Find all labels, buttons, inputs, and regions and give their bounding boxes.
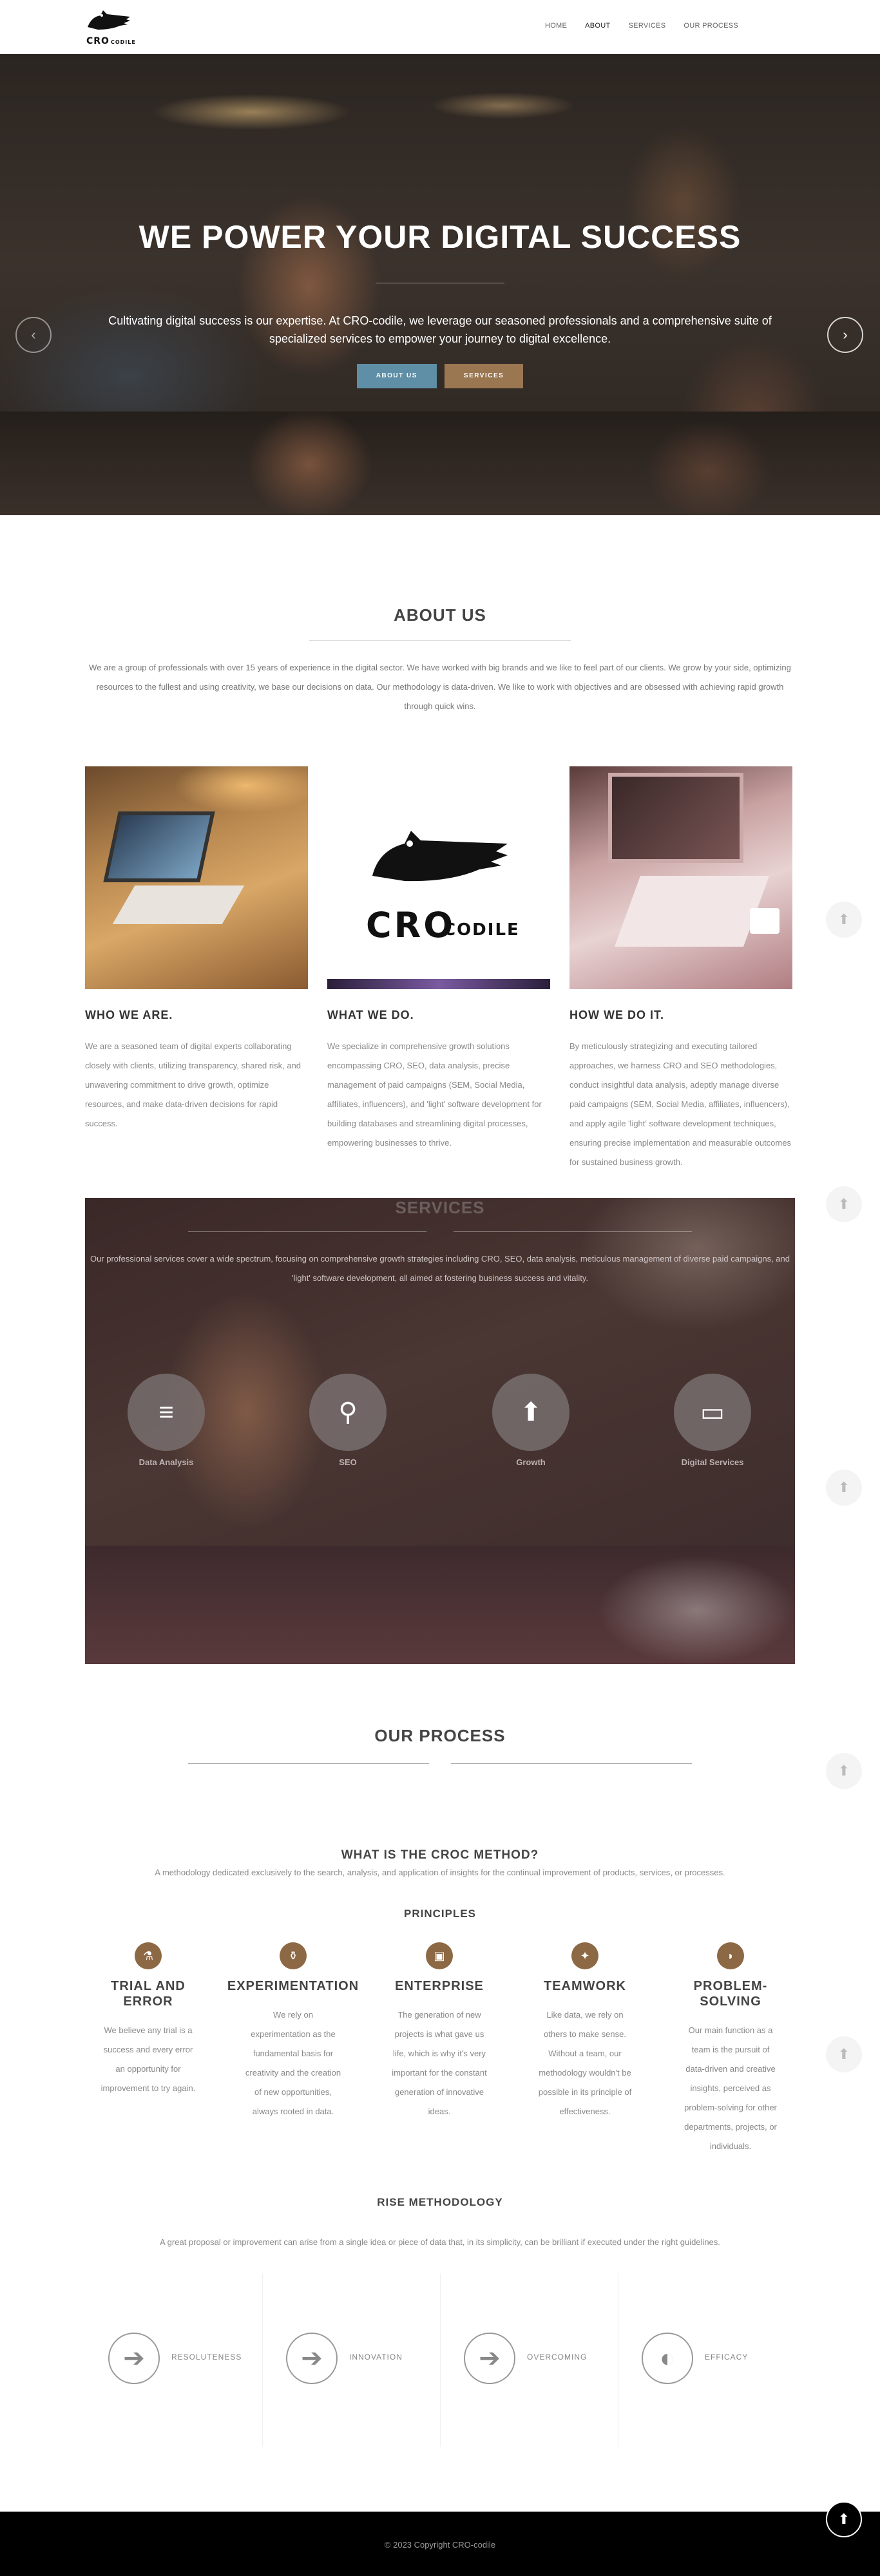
- service-label: SEO: [339, 1457, 357, 1467]
- principle-text: We believe any trial is a success and ev…: [100, 2025, 196, 2093]
- principle-problem-solving: ◗ PROBLEM-SOLVING Our main function as a…: [669, 1942, 792, 2156]
- service-digital-services[interactable]: ▭ Digital Services: [648, 1374, 777, 1467]
- svg-text:CRO: CRO: [366, 905, 455, 945]
- principle-title: EXPERIMENTATION: [227, 1979, 359, 1993]
- rise-item-overcoming: ➔ OVERCOMING: [441, 2273, 618, 2447]
- footer-copyright: © 2023 Copyright CRO-codile: [384, 2540, 496, 2550]
- principle-title: TRIAL AND ERROR: [111, 1979, 186, 2009]
- brand-logo[interactable]: CRO CODILE: [85, 8, 137, 48]
- briefcase-icon: ▣: [426, 1942, 453, 1969]
- menu-our-process[interactable]: OUR PROCESS: [684, 22, 738, 30]
- brand-wordmark: CRO CODILE: [86, 36, 136, 46]
- scroll-top-icon[interactable]: ⬆: [826, 1753, 862, 1789]
- principle-enterprise: ▣ ENTERPRISE The generation of new proje…: [378, 1942, 501, 2121]
- scroll-top-icon[interactable]: ⬆: [826, 902, 862, 938]
- footer: © 2023 Copyright CRO-codile: [0, 2512, 880, 2576]
- arrow-up-icon: ⬆: [492, 1374, 569, 1451]
- process-title: OUR PROCESS: [374, 1726, 506, 1745]
- principle-title: TEAMWORK: [544, 1979, 626, 1993]
- svg-text:CODILE: CODILE: [443, 920, 520, 940]
- search-icon: ⚲: [309, 1374, 387, 1451]
- rise-methodology-text: A great proposal or improvement can aris…: [160, 2237, 720, 2247]
- card-title-what: WHAT WE DO.: [327, 1009, 414, 1021]
- principle-teamwork: ✦ TEAMWORK Like data, we rely on others …: [524, 1942, 646, 2121]
- puzzle-icon: ◗: [717, 1942, 744, 1969]
- services-divider-left: [188, 1231, 426, 1232]
- principle-title: PROBLEM-SOLVING: [693, 1979, 768, 2009]
- about-text: We are a group of professionals with ove…: [89, 663, 791, 711]
- rise-item-resoluteness: ➔ RESOLUTENESS: [85, 2273, 263, 2447]
- team-icon: ✦: [571, 1942, 598, 1969]
- rise-label: RESOLUTENESS: [171, 2353, 242, 2362]
- card-title-how: HOW WE DO IT.: [569, 1009, 664, 1021]
- what-we-do-image: CRO CODILE: [327, 766, 550, 989]
- rise-label: INNOVATION: [349, 2353, 403, 2362]
- service-label: Digital Services: [681, 1457, 744, 1467]
- hero-title: WE POWER YOUR DIGITAL SUCCESS: [139, 219, 741, 255]
- menu-services[interactable]: SERVICES: [629, 22, 666, 30]
- principle-text: Like data, we rely on others to make sen…: [538, 2010, 632, 2116]
- services-photo-strip: [85, 1546, 795, 1664]
- croc-method-text: A methodology dedicated exclusively to t…: [155, 1868, 725, 1877]
- scroll-top-icon[interactable]: ⬆: [826, 2501, 862, 2537]
- service-data-analysis[interactable]: ≡ Data Analysis: [102, 1374, 231, 1467]
- hero-buttons: ABOUT US SERVICES: [0, 364, 880, 388]
- main-menu: HOME ABOUT SERVICES OUR PROCESS: [545, 22, 738, 30]
- card-title-who: WHO WE ARE.: [85, 1009, 173, 1021]
- service-growth[interactable]: ⬆ Growth: [466, 1374, 595, 1467]
- rise-label: EFFICACY: [705, 2353, 749, 2362]
- scroll-top-icon[interactable]: ⬆: [826, 2036, 862, 2072]
- principle-experimentation: ⚱ EXPERIMENTATION We rely on experimenta…: [227, 1942, 358, 2121]
- chevron-left-icon[interactable]: ‹: [15, 317, 52, 353]
- menu-about[interactable]: ABOUT: [585, 22, 610, 30]
- chevron-right-icon[interactable]: ›: [827, 317, 863, 353]
- services-section: SERVICES Our professional services cover…: [85, 1198, 795, 1664]
- scroll-top-icon[interactable]: ⬆: [826, 1186, 862, 1222]
- service-seo[interactable]: ⚲ SEO: [283, 1374, 412, 1467]
- rise-item-innovation: ➔ INNOVATION: [263, 2273, 441, 2447]
- card-text-what: We specialize in comprehensive growth so…: [327, 1041, 542, 1148]
- hero-photo-strip: [0, 412, 880, 515]
- service-label: Data Analysis: [139, 1457, 194, 1467]
- croc-method-title: WHAT IS THE CROC METHOD?: [341, 1848, 539, 1862]
- arrow-right-icon: ➔: [286, 2333, 338, 2384]
- process-divider-left: [188, 1763, 429, 1764]
- laptop-icon: ▭: [674, 1374, 751, 1451]
- about-divider: [309, 640, 571, 641]
- hero-text: Cultivating digital success is our exper…: [108, 314, 772, 345]
- who-we-are-image: [85, 766, 308, 989]
- database-icon: ≡: [128, 1374, 205, 1451]
- services-title: SERVICES: [395, 1198, 485, 1217]
- principle-text: We rely on experimentation as the fundam…: [245, 2010, 341, 2116]
- half-circle-icon: ◐: [642, 2333, 693, 2384]
- service-label: Growth: [516, 1457, 546, 1467]
- principle-trial-and-error: ⚗ TRIAL AND ERROR We believe any trial i…: [87, 1942, 209, 2098]
- beaker-icon: ⚱: [280, 1942, 307, 1969]
- rise-item-efficacy: ◐ EFFICACY: [618, 2273, 796, 2447]
- card-text-how: By meticulously strategizing and executi…: [569, 1041, 791, 1167]
- how-we-do-it-image: [569, 766, 792, 989]
- about-us-button[interactable]: ABOUT US: [356, 364, 437, 388]
- crocodile-logo-icon: CRO CODILE: [366, 831, 520, 945]
- about-title: ABOUT US: [394, 605, 486, 625]
- flask-icon: ⚗: [135, 1942, 162, 1969]
- process-divider-right: [451, 1763, 692, 1764]
- services-button[interactable]: SERVICES: [444, 364, 524, 388]
- arrow-right-icon: ➔: [108, 2333, 160, 2384]
- top-navbar: CRO CODILE HOME ABOUT SERVICES OUR PROCES…: [0, 0, 880, 54]
- services-text: Our professional services cover a wide s…: [90, 1254, 790, 1283]
- rise-label: OVERCOMING: [527, 2353, 588, 2362]
- principles-title: PRINCIPLES: [403, 1908, 477, 1920]
- crocodile-logo-icon: [88, 10, 130, 30]
- card-text-who: We are a seasoned team of digital expert…: [85, 1041, 301, 1128]
- services-divider-right: [454, 1231, 692, 1232]
- scroll-top-icon[interactable]: ⬆: [826, 1470, 862, 1506]
- arrow-right-icon: ➔: [464, 2333, 515, 2384]
- rise-methodology-title: RISE METHODOLOGY: [377, 2196, 503, 2208]
- menu-home[interactable]: HOME: [545, 22, 567, 30]
- principle-text: The generation of new projects is what g…: [392, 2010, 487, 2116]
- principle-text: Our main function as a team is the pursu…: [684, 2025, 777, 2151]
- principle-title: ENTERPRISE: [395, 1979, 484, 1993]
- hero-carousel: WE POWER YOUR DIGITAL SUCCESS Cultivatin…: [0, 54, 880, 515]
